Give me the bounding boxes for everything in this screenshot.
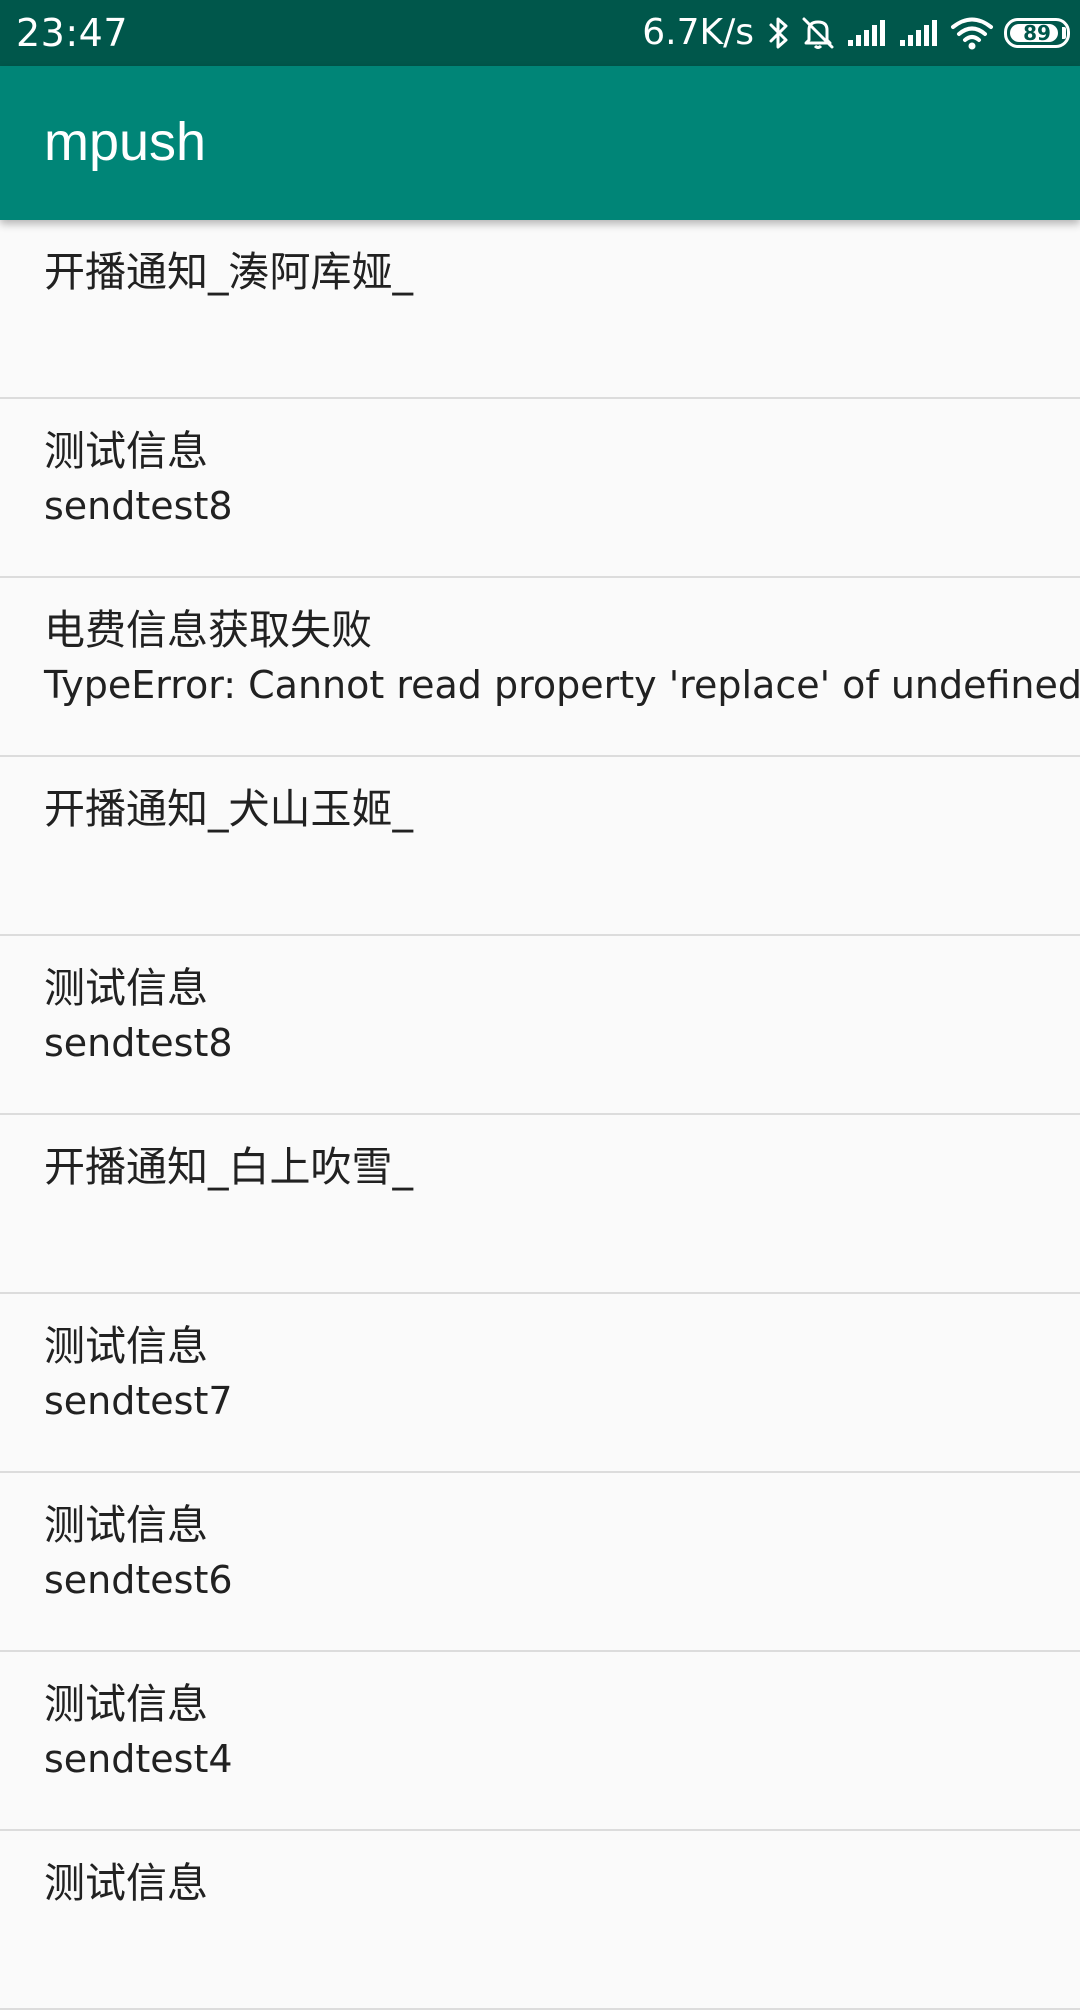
list-item[interactable]: 测试信息 sendtest4 [0, 1652, 1080, 1831]
list-item[interactable]: 开播通知_湊阿库娅_ [0, 220, 1080, 399]
list-item[interactable]: 开播通知_犬山玉姬_ [0, 757, 1080, 936]
message-body: sendtest6 [44, 1558, 233, 1602]
mute-icon [800, 15, 836, 51]
message-body: sendtest4 [44, 1737, 233, 1781]
network-speed: 6.7K/s [642, 12, 754, 53]
list-item[interactable]: 测试信息 sendtest6 [0, 1473, 1080, 1652]
message-title: 测试信息 [44, 1680, 208, 1728]
list-item[interactable]: 测试信息 sendtest8 [0, 399, 1080, 578]
signal-icon [846, 18, 888, 48]
battery-icon: 89 [1004, 18, 1070, 48]
status-time: 23:47 [16, 11, 129, 55]
message-body: TypeError: Cannot read property 'replace… [44, 663, 1080, 707]
message-list[interactable]: 开播通知_湊阿库娅_ 测试信息 sendtest8 电费信息获取失败 TypeE… [0, 220, 1080, 2010]
message-title: 开播通知_犬山玉姬_ [44, 785, 413, 833]
list-item[interactable]: 电费信息获取失败 TypeError: Cannot read property… [0, 578, 1080, 757]
message-title: 开播通知_湊阿库娅_ [44, 248, 413, 296]
list-item[interactable]: 测试信息 [0, 1831, 1080, 2010]
status-bar: 23:47 6.7K/s 89 [0, 0, 1080, 66]
signal-icon [898, 18, 940, 48]
message-title: 测试信息 [44, 1322, 208, 1370]
battery-level: 89 [1023, 21, 1051, 45]
list-item[interactable]: 测试信息 sendtest7 [0, 1294, 1080, 1473]
app-title: mpush [44, 112, 207, 172]
status-icons: 6.7K/s 89 [642, 0, 1070, 66]
list-item[interactable]: 测试信息 sendtest8 [0, 936, 1080, 1115]
message-title: 开播通知_白上吹雪_ [44, 1143, 413, 1191]
message-title: 测试信息 [44, 964, 208, 1012]
message-title: 测试信息 [44, 427, 208, 475]
message-body: sendtest8 [44, 1021, 233, 1065]
message-title: 电费信息获取失败 [44, 606, 372, 654]
message-body: sendtest7 [44, 1379, 233, 1423]
bluetooth-icon [768, 16, 790, 50]
message-body: sendtest8 [44, 484, 233, 528]
list-item[interactable]: 开播通知_白上吹雪_ [0, 1115, 1080, 1294]
app-bar: mpush [0, 66, 1080, 220]
message-title: 测试信息 [44, 1859, 208, 1907]
message-title: 测试信息 [44, 1501, 208, 1549]
wifi-icon [950, 16, 994, 50]
